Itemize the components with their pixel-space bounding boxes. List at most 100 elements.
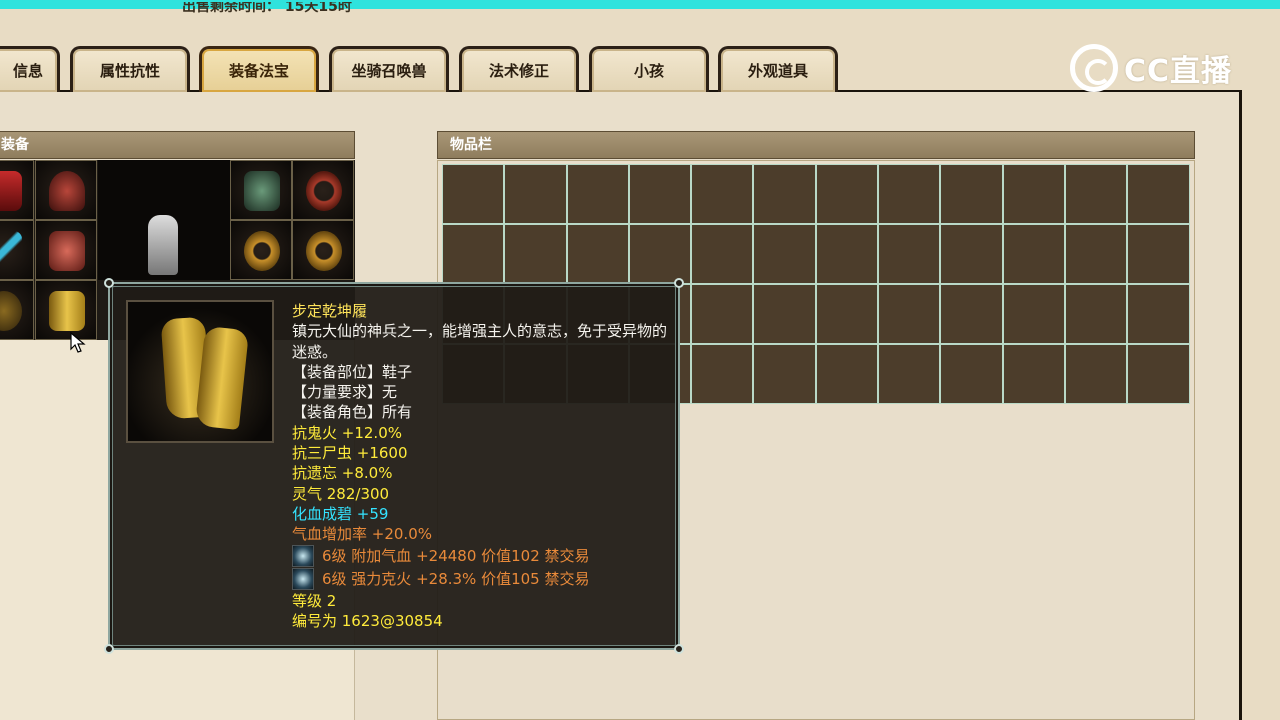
item-stat: 化血成碧 +59 xyxy=(292,504,389,523)
inventory-slot[interactable] xyxy=(753,224,816,284)
equip-slot-helmet[interactable] xyxy=(35,160,97,220)
boots-icon xyxy=(49,291,85,331)
tab-appearance-items[interactable]: 外观道具 xyxy=(718,46,838,92)
item-name: 步定乾坤履 xyxy=(292,302,368,320)
inventory-slot[interactable] xyxy=(442,224,505,284)
item-strength-requirement: 【力量要求】无 xyxy=(292,383,398,402)
gem-row: 6级 附加气血 +24480 价值102 禁交易 xyxy=(292,545,676,568)
gem-text: 6级 附加气血 +24480 价值102 禁交易 xyxy=(322,546,590,565)
tab-equipment[interactable]: 装备法宝 xyxy=(199,46,319,92)
inventory-slot[interactable] xyxy=(566,224,629,284)
armor-icon xyxy=(49,231,85,271)
equip-slot-belt[interactable] xyxy=(0,280,34,340)
necklace-icon xyxy=(306,171,342,211)
inventory-slot[interactable] xyxy=(753,164,816,224)
tab-label: 装备法宝 xyxy=(228,62,289,80)
inventory-panel-header: 物品栏 xyxy=(437,131,1195,159)
inventory-slot[interactable] xyxy=(815,224,879,284)
inventory-slot[interactable] xyxy=(1002,164,1065,224)
equip-slot-ring-right[interactable] xyxy=(292,220,354,280)
tab-attributes[interactable]: 属性抗性 xyxy=(70,46,190,92)
inventory-slot[interactable] xyxy=(815,284,879,344)
inventory-slot[interactable] xyxy=(566,164,629,224)
equip-slot-mask[interactable] xyxy=(230,160,292,220)
inventory-slot[interactable] xyxy=(442,164,505,224)
helmet-icon xyxy=(49,171,85,211)
tab-label: 坐骑召唤兽 xyxy=(351,62,427,80)
item-level: 等级 2 xyxy=(292,591,337,610)
inventory-panel-title: 物品栏 xyxy=(450,137,492,153)
inventory-slot[interactable] xyxy=(691,344,754,404)
inventory-slot[interactable] xyxy=(1064,224,1128,284)
inventory-slot[interactable] xyxy=(878,344,941,404)
tab-label: 法术修正 xyxy=(488,62,549,80)
inventory-slot[interactable] xyxy=(1127,164,1190,224)
inventory-slot[interactable] xyxy=(691,224,754,284)
inventory-slot[interactable] xyxy=(1127,284,1190,344)
ring-icon xyxy=(244,231,280,271)
inventory-slot[interactable] xyxy=(753,284,816,344)
equip-slot-staff[interactable] xyxy=(0,220,34,280)
inventory-slot[interactable] xyxy=(753,344,816,404)
tab-label: 小孩 xyxy=(633,62,664,80)
inventory-slot[interactable] xyxy=(815,164,879,224)
inventory-slot[interactable] xyxy=(504,224,567,284)
inventory-slot[interactable] xyxy=(940,284,1003,344)
inventory-slot[interactable] xyxy=(504,164,567,224)
item-stat: 抗鬼火 +12.0% xyxy=(292,423,402,442)
equip-slot-ring-left[interactable] xyxy=(230,220,292,280)
staff-icon xyxy=(0,231,22,271)
mask-icon xyxy=(244,171,280,211)
equip-slot-armor[interactable] xyxy=(35,220,97,280)
inventory-slot[interactable] xyxy=(1002,344,1065,404)
tab-info[interactable]: 信息 xyxy=(0,46,60,92)
item-image xyxy=(126,300,274,443)
item-slot: 【装备部位】鞋子 xyxy=(292,362,413,381)
inventory-slot[interactable] xyxy=(1002,224,1065,284)
tab-mounts-pets[interactable]: 坐骑召唤兽 xyxy=(329,46,449,92)
inventory-slot[interactable] xyxy=(628,164,692,224)
inventory-slot[interactable] xyxy=(940,344,1003,404)
item-serial: 编号为 1623@30854 xyxy=(292,611,443,630)
equip-slot-weapon[interactable] xyxy=(0,160,34,220)
tab-label: 信息 xyxy=(12,62,43,80)
ring-icon xyxy=(306,231,342,271)
item-tooltip: 步定乾坤履 镇元大仙的神兵之一，能增强主人的意志，免于受异物的迷惑。 【装备部位… xyxy=(104,278,684,654)
equip-panel-header: 装备 xyxy=(0,131,355,159)
item-stat: 气血增加率 +20.0% xyxy=(292,525,432,544)
inventory-slot[interactable] xyxy=(1064,344,1128,404)
equip-panel-title: 装备 xyxy=(1,137,29,153)
inventory-slot[interactable] xyxy=(940,164,1003,224)
inventory-slot[interactable] xyxy=(1002,284,1065,344)
inventory-slot[interactable] xyxy=(691,284,754,344)
character-figure xyxy=(148,215,178,275)
cc-live-watermark: CC直播 xyxy=(1070,42,1242,94)
inventory-slot[interactable] xyxy=(878,224,941,284)
weapon-icon xyxy=(0,171,22,211)
inventory-slot[interactable] xyxy=(691,164,754,224)
accessory-grid xyxy=(228,160,355,280)
inventory-slot[interactable] xyxy=(878,164,941,224)
tab-spell-modifiers[interactable]: 法术修正 xyxy=(459,46,579,92)
inventory-slot[interactable] xyxy=(628,224,692,284)
gem-icon xyxy=(292,568,314,591)
inventory-slot[interactable] xyxy=(1064,284,1128,344)
gem-row: 6级 强力克火 +28.3% 价值105 禁交易 xyxy=(292,568,676,591)
corner-ornament-icon xyxy=(674,278,684,288)
inventory-slot[interactable] xyxy=(1064,164,1128,224)
item-stat: 抗遗忘 +8.0% xyxy=(292,464,393,483)
tab-children[interactable]: 小孩 xyxy=(589,46,709,92)
sale-remaining-text: 出售剩余时间： 15天15时 xyxy=(182,2,352,15)
inventory-slot[interactable] xyxy=(1127,344,1190,404)
equip-slot-necklace[interactable] xyxy=(292,160,354,220)
tab-label: 外观道具 xyxy=(747,62,808,80)
item-role: 【装备角色】所有 xyxy=(292,403,413,422)
inventory-slot[interactable] xyxy=(815,344,879,404)
inventory-slot[interactable] xyxy=(1127,224,1190,284)
equip-slot-boots[interactable] xyxy=(35,280,97,340)
corner-ornament-icon xyxy=(104,278,114,288)
tooltip-details: 步定乾坤履 镇元大仙的神兵之一，能增强主人的意志，免于受异物的迷惑。 【装备部位… xyxy=(292,301,676,631)
inventory-slot[interactable] xyxy=(940,224,1003,284)
inventory-slot[interactable] xyxy=(878,284,941,344)
item-stat: 抗三尸虫 +1600 xyxy=(292,444,408,463)
